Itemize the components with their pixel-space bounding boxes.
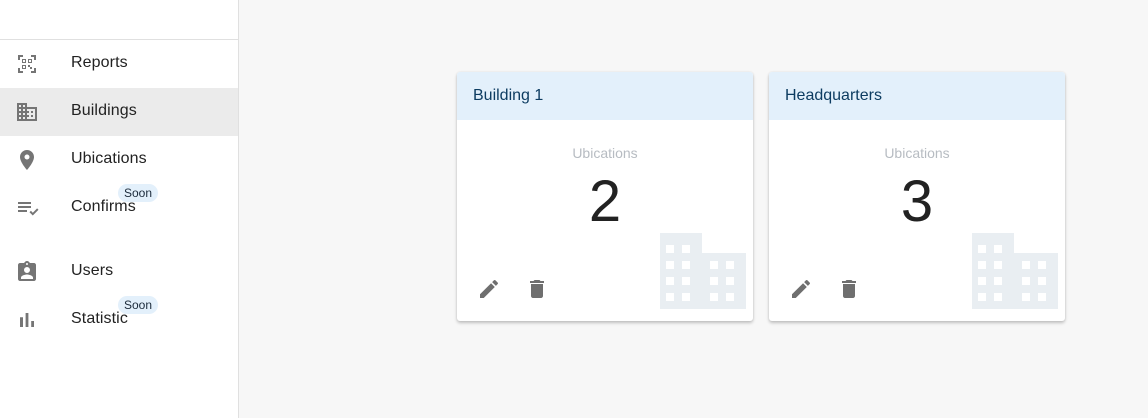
qr-scan-icon [15, 52, 39, 76]
user-badge-icon [15, 260, 39, 284]
building-watermark-icon [660, 233, 746, 309]
card-header: Headquarters [769, 72, 1065, 120]
building-card[interactable]: Headquarters Ubications 3 [769, 72, 1065, 321]
sidebar-item-buildings[interactable]: Buildings [0, 88, 238, 136]
sidebar-item-confirms[interactable]: Confirms Soon [0, 184, 238, 232]
ubications-label: Ubications [572, 145, 638, 161]
sidebar-item-label: Buildings [71, 102, 137, 119]
ubications-count: 3 [900, 169, 934, 234]
soon-badge: Soon [118, 296, 159, 314]
card-title: Headquarters [785, 87, 882, 104]
card-header: Building 1 [457, 72, 753, 120]
building-watermark-icon [972, 233, 1058, 309]
sidebar-item-reports[interactable]: Reports [0, 40, 238, 88]
card-title: Building 1 [473, 87, 544, 104]
app-root: Reports Buildings Ubications Confirms So… [0, 0, 1148, 418]
building-card[interactable]: Building 1 Ubications 2 [457, 72, 753, 321]
ubications-label: Ubications [884, 145, 950, 161]
sidebar-item-users[interactable]: Users [0, 248, 238, 296]
soon-badge: Soon [118, 184, 159, 202]
sidebar-item-label: Users [71, 262, 114, 279]
delete-icon[interactable] [837, 277, 861, 301]
sidebar-item-label: Reports [71, 54, 128, 71]
playlist-check-icon [15, 196, 39, 220]
building-icon [15, 100, 39, 124]
location-pin-icon [15, 148, 39, 172]
edit-icon[interactable] [477, 277, 501, 301]
sidebar-item-label: Ubications [71, 150, 147, 167]
sidebar: Reports Buildings Ubications Confirms So… [0, 0, 239, 418]
sidebar-item-statistic[interactable]: Statistic Soon [0, 296, 238, 344]
bar-chart-icon [15, 308, 39, 332]
sidebar-header [0, 0, 238, 40]
sidebar-item-label: Statistic [71, 310, 128, 327]
delete-icon[interactable] [525, 277, 549, 301]
sidebar-item-ubications[interactable]: Ubications [0, 136, 238, 184]
ubications-count: 2 [588, 169, 622, 234]
edit-icon[interactable] [789, 277, 813, 301]
